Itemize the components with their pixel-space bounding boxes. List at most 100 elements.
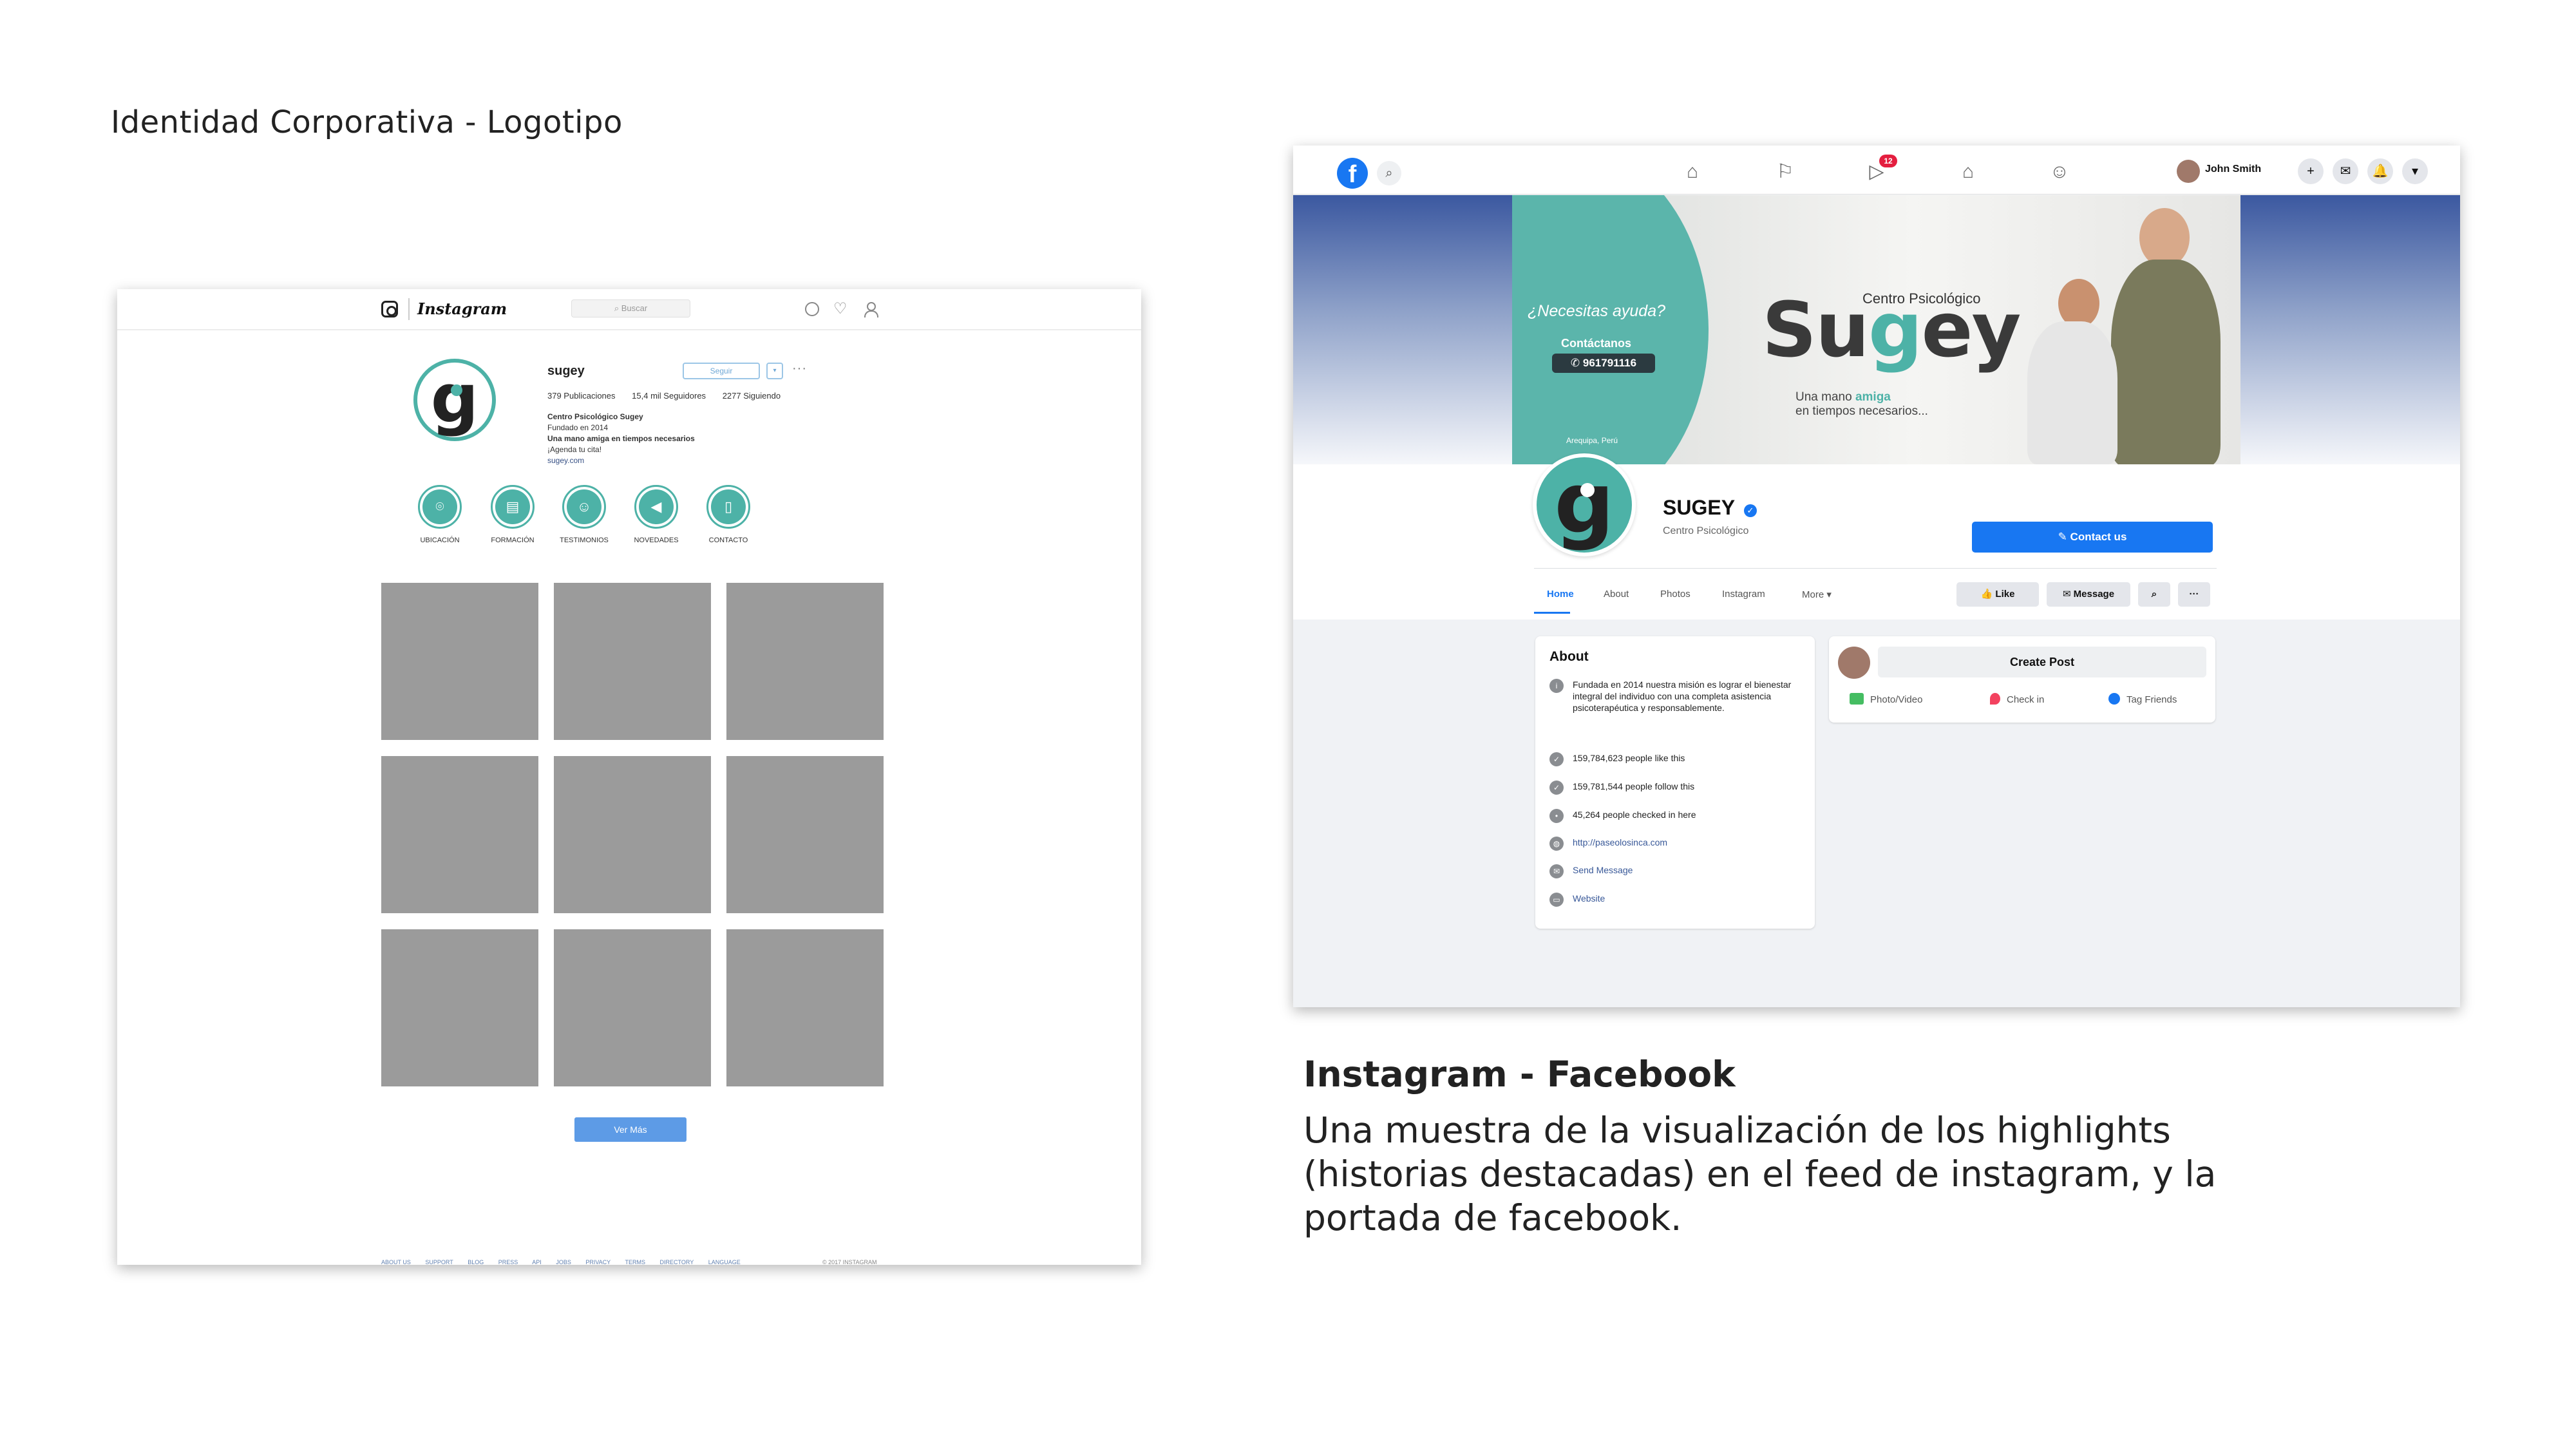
about-website-url-row[interactable]: ◍ http://paseolosinca.com: [1549, 837, 1804, 851]
tab-home[interactable]: Home: [1547, 589, 1574, 600]
post-thumbnail[interactable]: [726, 583, 884, 740]
post-thumbnail[interactable]: [726, 756, 884, 913]
user-avatar[interactable]: [2177, 160, 2200, 183]
about-website-row[interactable]: ▭ Website: [1549, 893, 1804, 907]
page-category: Centro Psicológico: [1663, 526, 1749, 536]
profile-person-icon[interactable]: [863, 302, 878, 317]
create-post-card: Create Post Photo/Video Check in Tag Fri…: [1829, 636, 2215, 723]
page-search-icon[interactable]: ⌕: [2138, 582, 2170, 607]
contact-us-button[interactable]: ✎ Contact us: [1972, 522, 2213, 553]
footer-link[interactable]: PRIVACY: [585, 1259, 611, 1265]
cover-photo[interactable]: ¿Necesitas ayuda? Contáctanos ✆ 96179111…: [1512, 195, 2240, 464]
tab-about[interactable]: About: [1604, 589, 1629, 600]
people-icon: ☺: [567, 489, 601, 524]
explore-compass-icon[interactable]: [805, 302, 819, 316]
post-thumbnail[interactable]: [554, 929, 711, 1086]
page-more-icon[interactable]: ···: [2178, 582, 2210, 607]
followers-count[interactable]: 15,4 mil Seguidores: [632, 391, 706, 401]
like-button[interactable]: 👍 Like: [1956, 582, 2039, 607]
page-profile-avatar[interactable]: g: [1533, 453, 1636, 556]
post-thumbnail[interactable]: [554, 756, 711, 913]
watch-icon[interactable]: ▷ 12: [1864, 155, 1897, 184]
instagram-logo-separator: [408, 298, 410, 320]
about-card: About i Fundada en 2014 nuestra misión e…: [1535, 636, 1815, 929]
see-more-button[interactable]: Ver Más: [574, 1117, 687, 1142]
footer-link[interactable]: LANGUAGE: [708, 1259, 741, 1265]
megaphone-icon: ◀: [639, 489, 674, 524]
highlight-ubicacion[interactable]: ⌾ UBICACIÓN: [398, 485, 482, 544]
footer-link[interactable]: SUPPORT: [425, 1259, 453, 1265]
user-avatar[interactable]: [1838, 647, 1870, 679]
message-button[interactable]: ✉ Message: [2047, 582, 2130, 607]
logo-dot-icon: [451, 384, 462, 396]
profile-options-icon[interactable]: ···: [792, 361, 807, 376]
footer-link[interactable]: DIRECTORY: [660, 1259, 694, 1265]
check-in-button[interactable]: Check in: [1990, 693, 2044, 705]
post-thumbnail[interactable]: [381, 756, 538, 913]
header-divider: [1534, 568, 2217, 569]
website-icon: ▭: [1549, 893, 1564, 907]
post-thumbnail[interactable]: [381, 583, 538, 740]
instagram-profile-avatar[interactable]: g: [413, 359, 496, 441]
tab-instagram[interactable]: Instagram: [1722, 589, 1765, 600]
messenger-icon[interactable]: ✉: [2333, 158, 2358, 184]
follow-dropdown-button[interactable]: ▾: [766, 363, 783, 379]
bio-website-link[interactable]: sugey.com: [547, 455, 695, 466]
activity-heart-icon[interactable]: ♡: [833, 301, 848, 317]
highlight-label: TESTIMONIOS: [560, 536, 609, 544]
footer-link[interactable]: ABOUT US: [381, 1259, 411, 1265]
cover-people-photo: [2002, 208, 2221, 464]
instagram-copyright: © 2017 INSTAGRAM: [822, 1259, 877, 1265]
footer-link[interactable]: TERMS: [625, 1259, 646, 1265]
instagram-username: sugey: [547, 364, 585, 378]
footer-link[interactable]: PRESS: [498, 1259, 518, 1265]
search-icon[interactable]: ⌕: [1377, 161, 1401, 185]
globe-icon: ◍: [1549, 837, 1564, 851]
about-likes-row: ✓ 159,784,623 people like this: [1549, 752, 1804, 766]
user-name[interactable]: John Smith: [2205, 164, 2261, 175]
instagram-search-input[interactable]: Buscar: [571, 299, 690, 317]
notifications-icon[interactable]: 🔔: [2367, 158, 2393, 184]
footer-link[interactable]: BLOG: [468, 1259, 484, 1265]
bio-line: ¡Agenda tu cita!: [547, 445, 602, 454]
watch-notification-badge: 12: [1879, 155, 1897, 167]
facebook-logo-icon[interactable]: f: [1337, 158, 1368, 189]
marketplace-icon[interactable]: ⌂: [1955, 160, 1981, 184]
phone-icon: ▯: [711, 489, 746, 524]
instagram-wordmark[interactable]: Instagram: [417, 299, 507, 318]
cover-contact-label: Contáctanos: [1561, 337, 1632, 350]
groups-icon[interactable]: ☺: [2047, 160, 2072, 184]
cover-city: Arequipa, Perú: [1566, 436, 1618, 445]
home-icon[interactable]: ⌂: [1680, 160, 1705, 184]
slide-heading: Identidad Corporativa - Logotipo: [111, 104, 623, 140]
post-thumbnail[interactable]: [554, 583, 711, 740]
about-send-message-row[interactable]: ✉ Send Message: [1549, 864, 1804, 878]
tab-photos[interactable]: Photos: [1660, 589, 1690, 600]
highlight-contacto[interactable]: ▯ CONTACTO: [687, 485, 770, 544]
instagram-profile-mockup: Instagram Buscar ♡ g sugey Seguir ▾ ··· …: [117, 289, 1141, 1265]
footer-link[interactable]: API: [532, 1259, 542, 1265]
create-icon[interactable]: +: [2298, 158, 2324, 184]
post-thumbnail[interactable]: [726, 929, 884, 1086]
cover-teal-panel: [1512, 195, 1709, 464]
footer-link[interactable]: JOBS: [556, 1259, 571, 1265]
active-tab-indicator: [1534, 612, 1570, 614]
highlight-testimonios[interactable]: ☺ TESTIMONIOS: [542, 485, 626, 544]
following-count[interactable]: 2277 Siguiendo: [723, 391, 781, 401]
create-post-button[interactable]: Create Post: [1878, 647, 2206, 677]
flag-icon[interactable]: ⚐: [1772, 160, 1798, 184]
profile-bio: Centro Psicológico Sugey Fundado en 2014…: [547, 412, 695, 466]
about-followers-row: ✓ 159,781,544 people follow this: [1549, 781, 1804, 795]
instagram-camera-icon[interactable]: [381, 301, 398, 317]
tab-more[interactable]: More ▾: [1802, 589, 1832, 600]
highlight-label: UBICACIÓN: [420, 536, 460, 544]
follow-icon: ✓: [1549, 781, 1564, 795]
highlight-novedades[interactable]: ◀ NOVEDADES: [614, 485, 698, 544]
sugey-g-logo-icon: g: [430, 359, 479, 438]
highlight-label: CONTACTO: [708, 536, 748, 544]
post-thumbnail[interactable]: [381, 929, 538, 1086]
follow-button[interactable]: Seguir: [683, 363, 760, 379]
account-menu-icon[interactable]: ▾: [2402, 158, 2428, 184]
photo-video-button[interactable]: Photo/Video: [1850, 693, 1922, 705]
tag-friends-button[interactable]: Tag Friends: [2108, 693, 2177, 705]
